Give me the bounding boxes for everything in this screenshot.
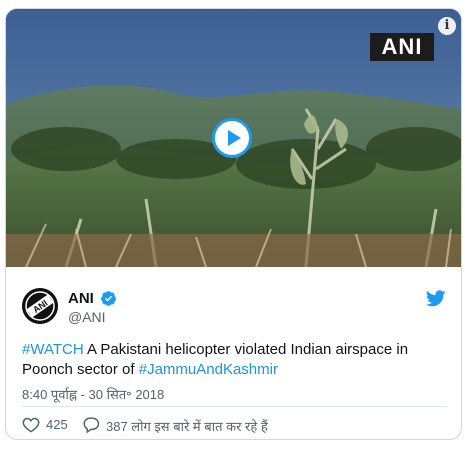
hashtag-watch-link[interactable]: #WATCH — [22, 341, 84, 358]
divider — [22, 406, 447, 407]
like-count: 425 — [46, 417, 68, 432]
ani-logo-icon: ANI — [22, 288, 58, 324]
info-icon[interactable]: i — [438, 17, 456, 35]
twitter-bird-icon[interactable] — [426, 290, 446, 307]
reply-button[interactable]: 387 लोग इस बारे में बात कर रहे हैं — [82, 415, 362, 435]
hashtag-jammu-kashmir-link[interactable]: #JammuAndKashmir — [139, 361, 278, 378]
like-button[interactable]: 425 — [22, 415, 82, 435]
ani-watermark: ANI — [370, 33, 434, 61]
tweet-text: #WATCH A Pakistani helicopter violated I… — [22, 340, 452, 380]
play-icon — [228, 130, 241, 146]
heart-icon — [22, 417, 40, 433]
play-button[interactable] — [212, 118, 252, 158]
verified-badge-icon — [101, 291, 116, 306]
tweet-embed-card: ANI i ANI ANI @ANI #WATCH A Pakistani he… — [5, 8, 462, 440]
author-handle[interactable]: @ANI — [68, 309, 106, 325]
avatar[interactable]: ANI — [22, 288, 58, 324]
reply-bubble-icon — [83, 417, 100, 433]
video-thumbnail[interactable]: ANI i — [6, 9, 461, 267]
author-name[interactable]: ANI — [68, 290, 94, 307]
reply-count-text: 387 लोग इस बारे में बात कर रहे हैं — [106, 419, 268, 434]
tweet-timestamp[interactable]: 8:40 पूर्वाह्न - 30 सित॰ 2018 — [22, 385, 164, 403]
